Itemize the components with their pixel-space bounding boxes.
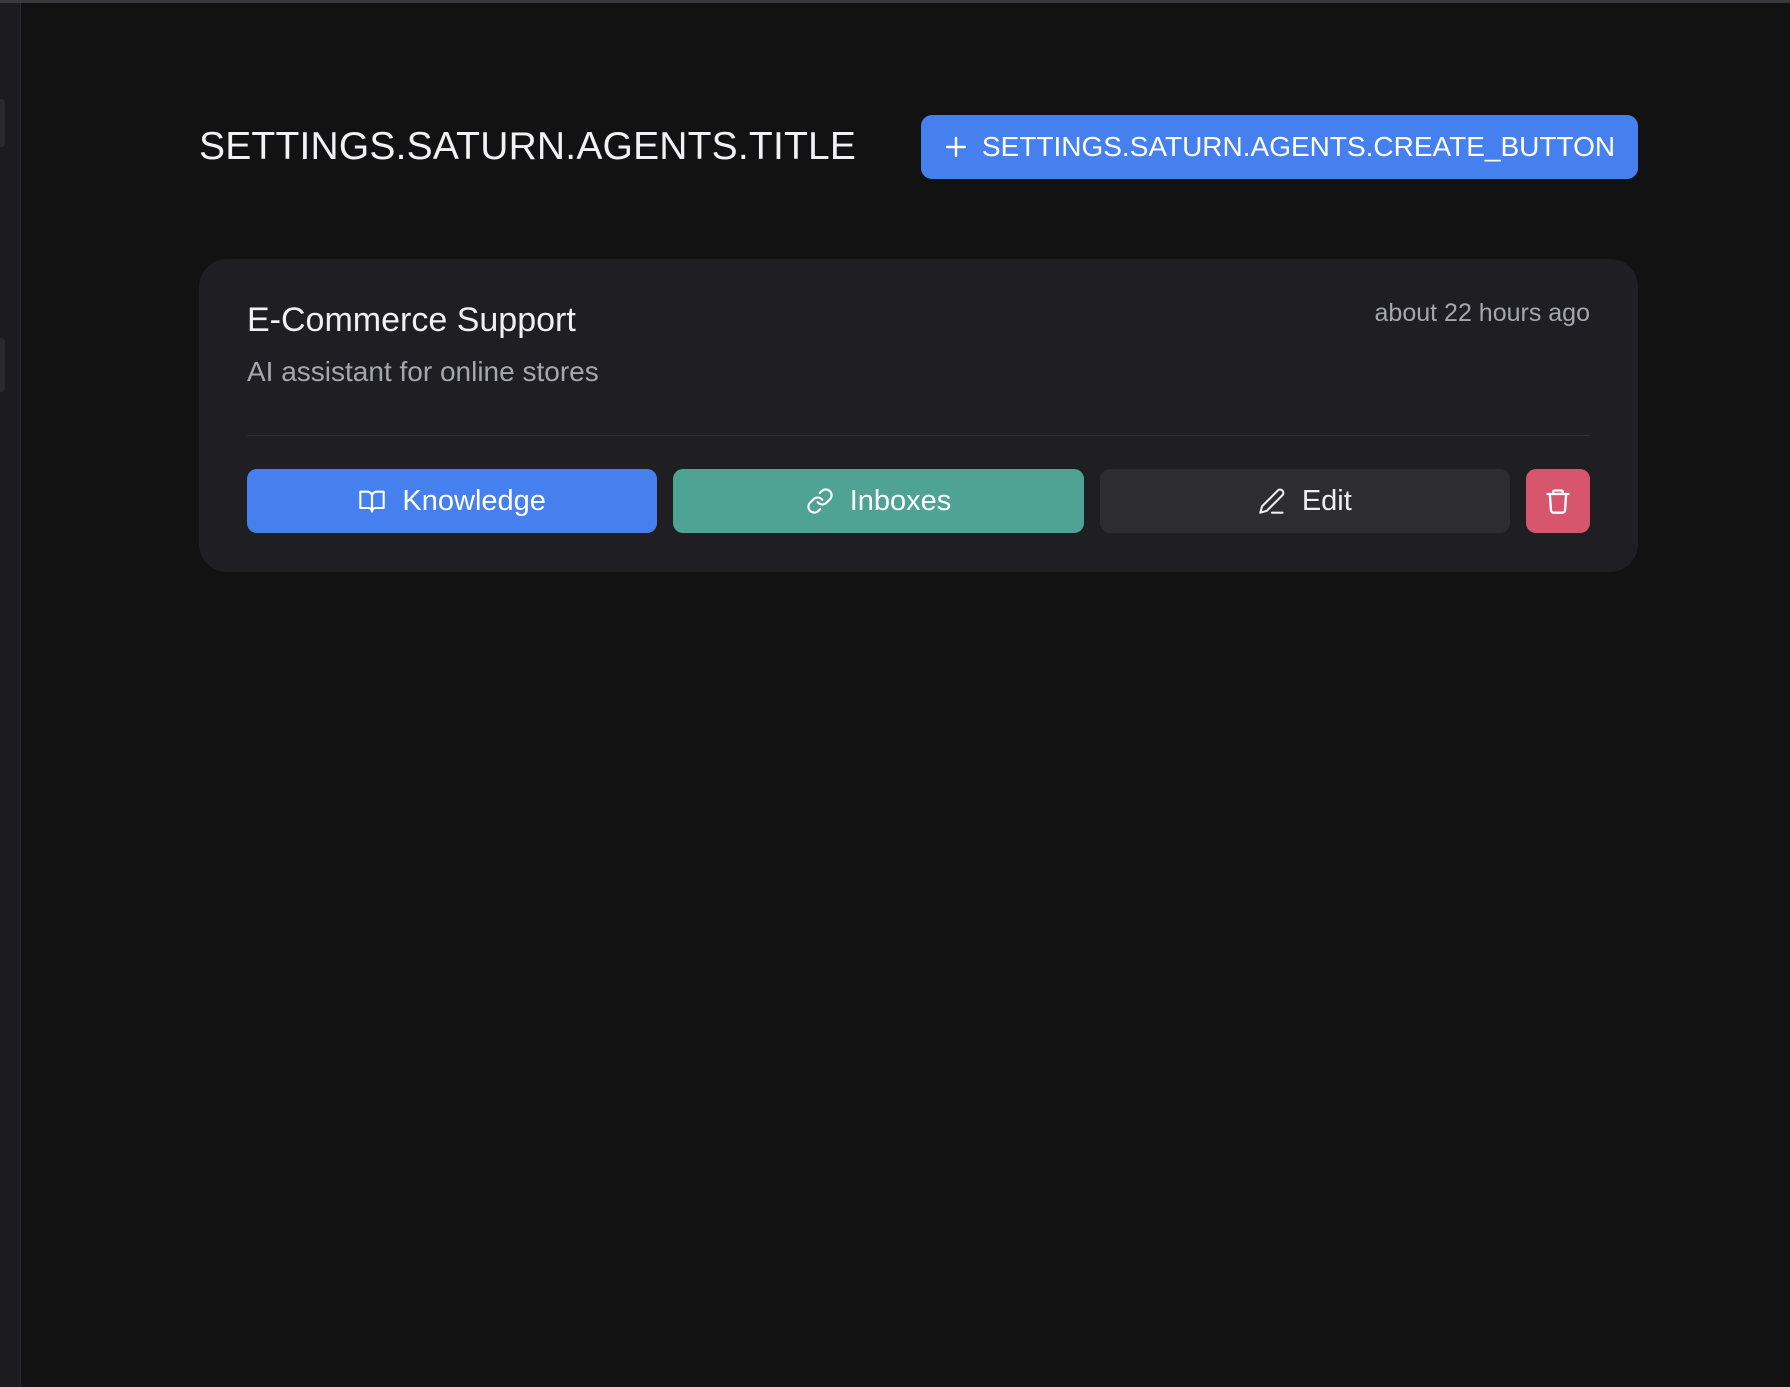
create-agent-button-label: SETTINGS.SATURN.AGENTS.CREATE_BUTTON xyxy=(981,131,1616,162)
edit-button[interactable]: Edit xyxy=(1099,469,1510,533)
knowledge-button[interactable]: Knowledge xyxy=(247,469,658,533)
sidebar-item[interactable] xyxy=(0,99,5,147)
agent-updated-time: about 22 hours ago xyxy=(1374,299,1590,327)
agent-actions: Knowledge Inboxes Edit xyxy=(247,469,1590,533)
card-divider xyxy=(247,435,1590,436)
knowledge-button-label: Knowledge xyxy=(402,484,546,517)
inboxes-button[interactable]: Inboxes xyxy=(673,469,1084,533)
edit-button-label: Edit xyxy=(1301,484,1352,517)
link-icon xyxy=(806,487,834,515)
create-agent-button[interactable]: SETTINGS.SATURN.AGENTS.CREATE_BUTTON xyxy=(921,115,1638,179)
sidebar-collapsed xyxy=(0,3,21,1387)
sidebar-item[interactable] xyxy=(0,338,5,392)
agent-name: E-Commerce Support xyxy=(247,301,576,339)
book-open-icon xyxy=(358,487,386,515)
trash-icon xyxy=(1544,487,1572,515)
agent-description: AI assistant for online stores xyxy=(247,356,599,387)
agent-card: E-Commerce Support AI assistant for onli… xyxy=(199,259,1638,572)
plus-icon xyxy=(944,135,968,159)
page-title: SETTINGS.SATURN.AGENTS.TITLE xyxy=(199,125,857,168)
inboxes-button-label: Inboxes xyxy=(849,484,952,517)
page-header: SETTINGS.SATURN.AGENTS.TITLE SETTINGS.SA… xyxy=(199,115,1638,179)
pencil-icon xyxy=(1258,487,1286,515)
top-border xyxy=(0,0,1790,3)
delete-button[interactable] xyxy=(1525,469,1590,533)
